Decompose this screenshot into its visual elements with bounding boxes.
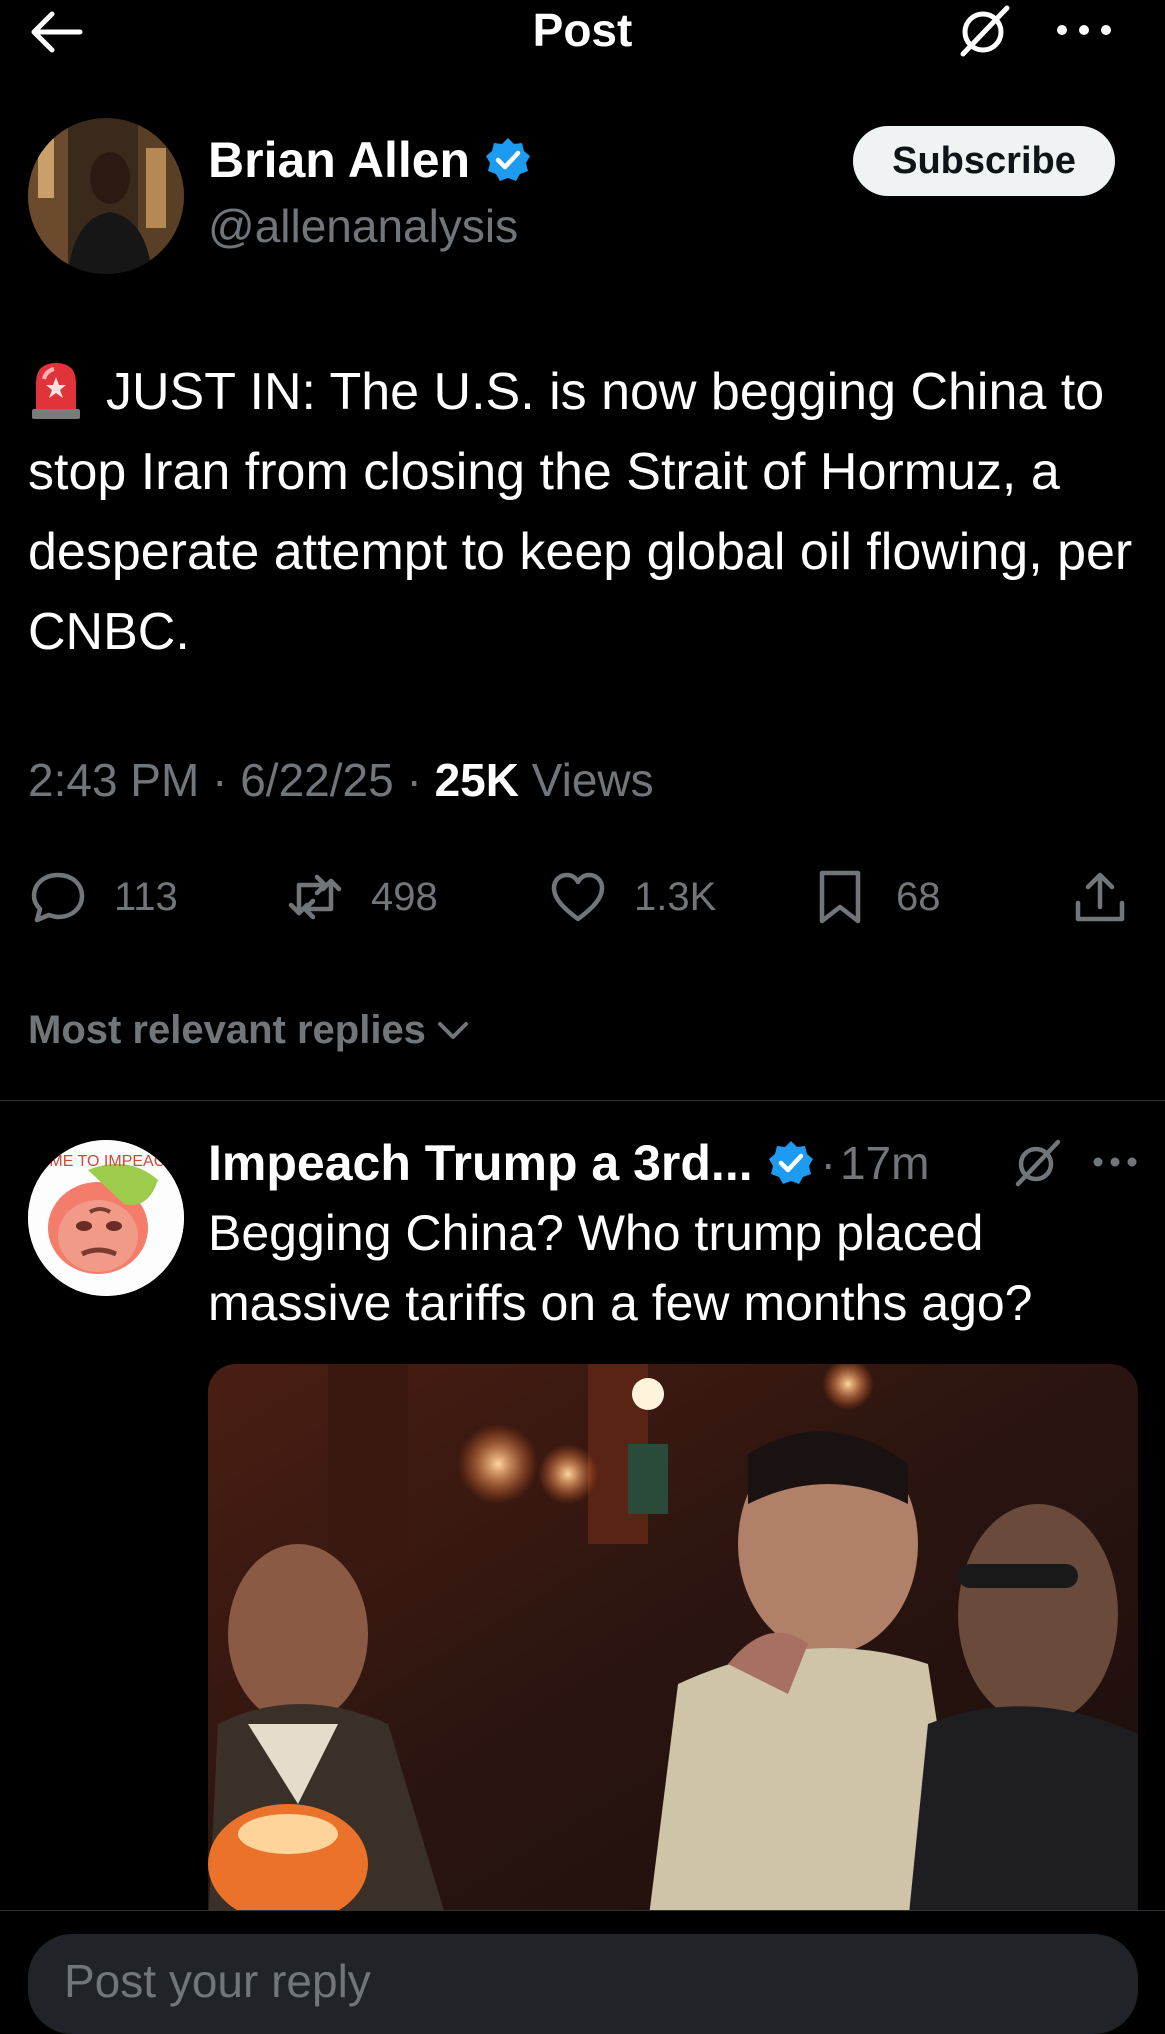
bookmark-count: 68 <box>896 874 941 919</box>
repost-icon <box>288 874 342 920</box>
post-time: 2:43 PM <box>28 754 200 806</box>
replies-sort-dropdown[interactable]: Most relevant replies <box>28 1002 470 1058</box>
reply-media-image[interactable] <box>208 1364 1138 1924</box>
bookmark-action[interactable]: 68 <box>810 862 941 932</box>
reply-text: Begging China? Who trump placed massive … <box>208 1205 1033 1331</box>
arrow-left-icon <box>31 11 83 53</box>
siren-emoji-icon <box>28 357 84 421</box>
reply-more-button[interactable] <box>1090 1134 1140 1190</box>
post-text: JUST IN: The U.S. is now begging China t… <box>28 363 1133 661</box>
reply-author-avatar[interactable]: TIME TO IMPEACH <box>28 1140 184 1296</box>
reply-grok-button[interactable] <box>1010 1134 1066 1190</box>
bookmark-icon <box>819 870 861 924</box>
reply-input[interactable]: Post your reply <box>28 1934 1138 2034</box>
post-date: 6/22/25 <box>240 754 394 806</box>
author-name[interactable]: Brian Allen <box>208 128 470 192</box>
share-icon <box>1075 872 1125 922</box>
heart-icon <box>551 872 605 922</box>
like-count: 1.3K <box>634 874 717 919</box>
verified-badge-icon <box>768 1141 813 1184</box>
chevron-down-icon <box>437 1022 468 1039</box>
reply-icon <box>31 872 85 923</box>
author-handle[interactable]: @allenanalysis <box>208 196 518 256</box>
views-label[interactable]: Views <box>532 754 654 806</box>
verified-badge-icon <box>486 138 531 181</box>
views-count: 25K <box>434 754 519 806</box>
grok-icon <box>1015 1139 1061 1187</box>
reply-time-sep: · <box>820 1137 836 1189</box>
share-button[interactable] <box>1070 862 1130 932</box>
grok-button[interactable] <box>955 2 1015 58</box>
repost-action[interactable]: 498 <box>285 862 438 932</box>
more-options-button[interactable] <box>1052 2 1116 58</box>
reply-action[interactable]: 113 <box>28 862 178 932</box>
top-bar: Post <box>0 0 1165 70</box>
author-avatar[interactable] <box>28 118 184 274</box>
post-meta: 2:43 PM · 6/22/25 · 25K Views <box>28 754 654 806</box>
reply-avatar-text: TIME TO IMPEACH <box>35 1153 177 1170</box>
reply-header: Impeach Trump a 3rd... · 17m <box>208 1130 929 1196</box>
more-dots-icon <box>1093 1157 1137 1167</box>
back-button[interactable] <box>28 4 94 60</box>
replies-sort-label: Most relevant replies <box>28 1008 426 1052</box>
repost-count: 498 <box>371 874 438 919</box>
grok-icon <box>960 5 1010 57</box>
reply-time[interactable]: 17m <box>840 1136 929 1190</box>
subscribe-button[interactable]: Subscribe <box>853 126 1115 196</box>
more-dots-icon <box>1057 25 1111 35</box>
like-action[interactable]: 1.3K <box>548 862 716 932</box>
reply-author-name[interactable]: Impeach Trump a 3rd... <box>208 1134 753 1192</box>
post-body: JUST IN: The U.S. is now begging China t… <box>28 352 1138 672</box>
reply-count: 113 <box>114 874 178 919</box>
author-name-row[interactable]: Brian Allen <box>208 128 532 192</box>
divider <box>0 1100 1165 1101</box>
